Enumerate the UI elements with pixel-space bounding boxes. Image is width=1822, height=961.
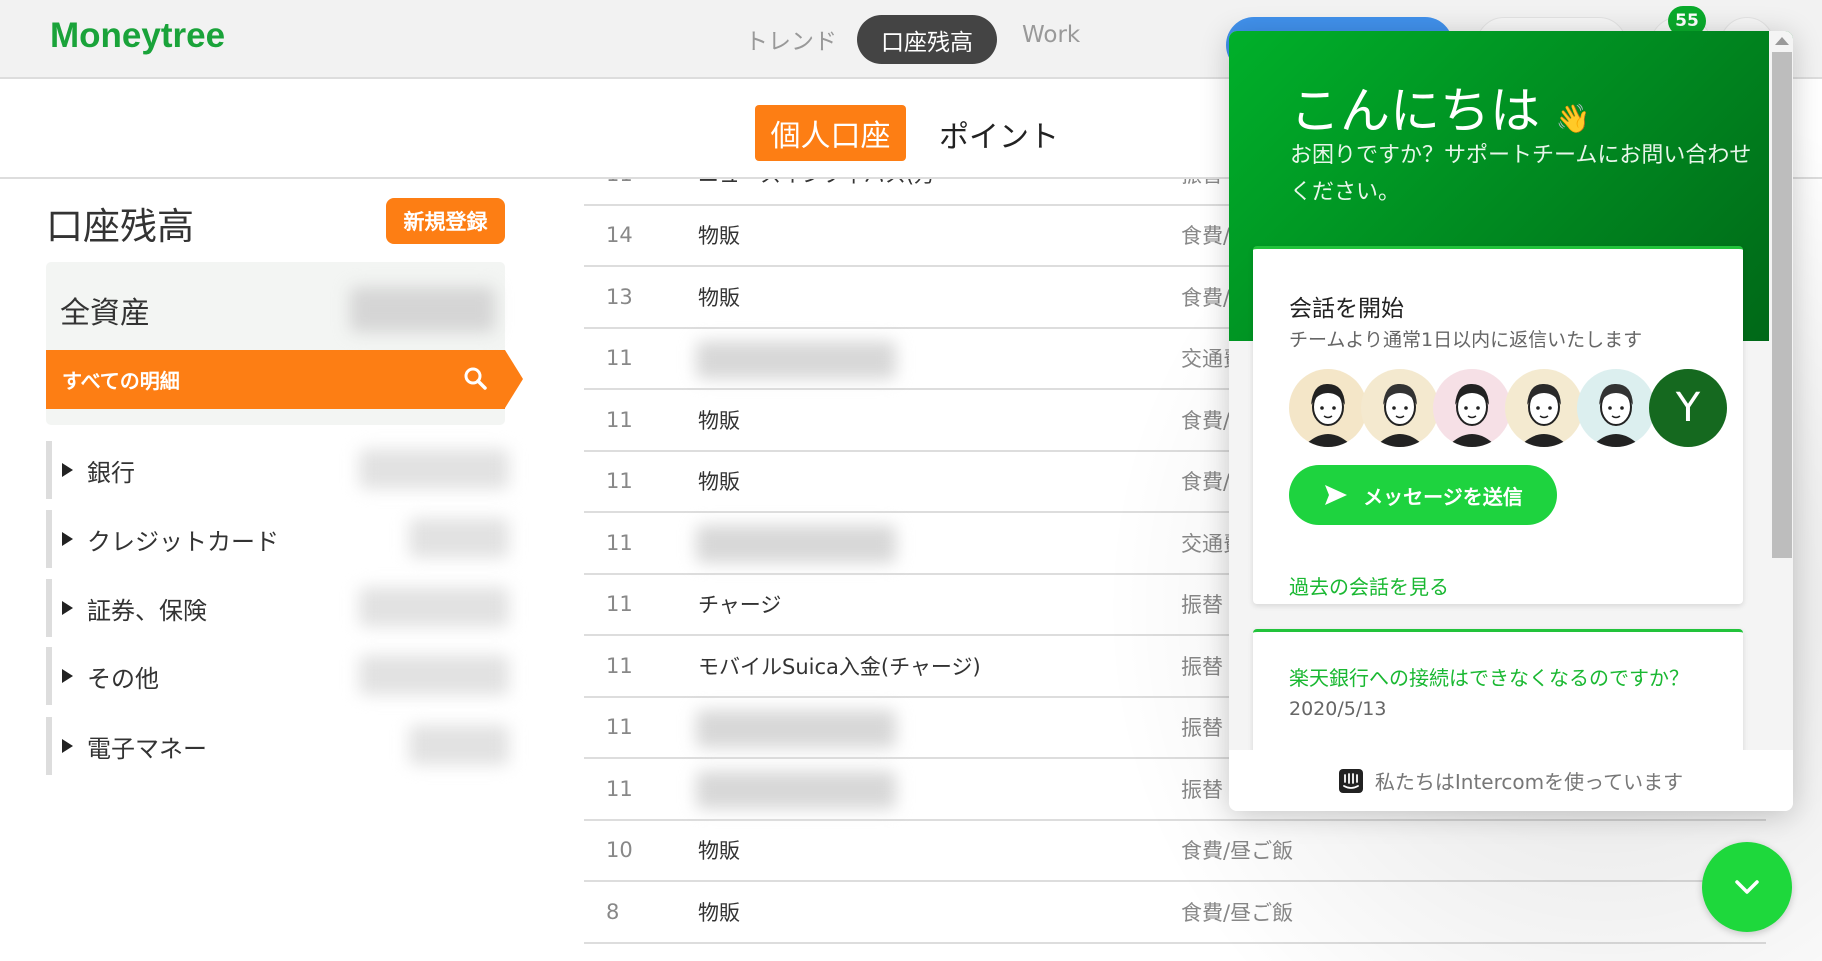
- intercom-footer: 私たちはIntercomを使っています: [1229, 750, 1793, 811]
- help-article-card[interactable]: 楽天銀行への接続はできなくなるのですか？ 2020/5/13: [1253, 629, 1743, 759]
- tab-points[interactable]: ポイント: [939, 112, 1059, 156]
- avatar-face-icon: [1447, 383, 1497, 447]
- blurred-value: [409, 725, 509, 765]
- category-e-money[interactable]: 電子マネー: [46, 717, 509, 775]
- transaction-name: 物販: [698, 839, 740, 864]
- nav-work[interactable]: Work: [1022, 22, 1080, 48]
- transaction-name: 物販: [698, 285, 740, 310]
- past-conversations-link[interactable]: 過去の会話を見る: [1289, 571, 1449, 600]
- all-transactions-button[interactable]: すべての明細: [46, 350, 505, 409]
- transaction-day: 8: [606, 899, 620, 924]
- blurred-value: [359, 449, 509, 489]
- transaction-day: 11: [606, 469, 633, 494]
- transaction-day: 11: [606, 530, 633, 555]
- blurred-value: [359, 655, 509, 695]
- expand-triangle-icon: [62, 669, 73, 683]
- avatar-initial: Y: [1649, 369, 1727, 447]
- reply-time-text: チームより通常1日以内に返信いたします: [1289, 329, 1643, 351]
- avatar-face-icon: [1591, 383, 1641, 447]
- team-member-avatar: [1289, 369, 1367, 447]
- transaction-day: 11: [606, 346, 633, 371]
- transaction-row[interactable]: 10 物販 食費/昼ご飯: [584, 821, 1766, 882]
- transaction-day: 11: [606, 776, 633, 801]
- search-icon[interactable]: [463, 366, 489, 392]
- transaction-day: 10: [606, 838, 633, 863]
- blurred-transaction-name: [696, 340, 896, 379]
- transaction-day: 13: [606, 284, 633, 309]
- transaction-name: モバイルSuica入金(チャージ): [698, 654, 981, 679]
- new-account-button[interactable]: 新規登録: [386, 198, 505, 244]
- blurred-value: [409, 518, 509, 558]
- active-arrow: [505, 350, 523, 408]
- blurred-transaction-name: [696, 771, 896, 809]
- transaction-name: 物販: [698, 224, 740, 249]
- start-conversation-title: 会話を開始: [1289, 296, 1404, 322]
- expand-triangle-icon: [62, 601, 73, 615]
- category-label: 証券、保険: [87, 596, 207, 625]
- nav-trend[interactable]: トレンド: [745, 22, 837, 56]
- chevron-down-icon: [1735, 880, 1759, 894]
- transaction-day: 11: [606, 592, 633, 617]
- transaction-name: チャージ: [698, 593, 782, 618]
- transaction-name: 物販: [698, 900, 740, 925]
- category-bank[interactable]: 銀行: [46, 441, 509, 499]
- category-label: クレジットカード: [87, 527, 279, 556]
- send-message-label: メッセージを送信: [1363, 484, 1523, 509]
- transaction-category: 振替: [1181, 777, 1223, 802]
- avatar-face-icon: [1375, 383, 1425, 447]
- all-assets-value-blurred: [350, 287, 495, 332]
- expand-triangle-icon: [62, 532, 73, 546]
- greeting: こんにちは 👋: [1290, 71, 1591, 143]
- intercom-footer-text: 私たちはIntercomを使っています: [1374, 770, 1684, 794]
- all-assets-label: 全資産: [60, 296, 150, 331]
- expand-triangle-icon: [62, 463, 73, 477]
- nav-balance[interactable]: 口座残高: [857, 15, 997, 64]
- team-member-avatar: [1505, 369, 1583, 447]
- category-other[interactable]: その他: [46, 647, 509, 705]
- transaction-category: 食費/昼ご飯: [1181, 839, 1294, 864]
- category-label: 電子マネー: [87, 734, 207, 763]
- team-member-avatar: [1577, 369, 1655, 447]
- blurred-transaction-name: [696, 525, 896, 563]
- send-icon: [1325, 485, 1348, 505]
- transaction-day: 11: [606, 715, 633, 740]
- transaction-day: 11: [606, 653, 633, 678]
- transaction-day: 14: [606, 223, 633, 248]
- tab-personal-accounts[interactable]: 個人口座: [755, 105, 906, 161]
- avatar-face-icon: [1519, 383, 1569, 447]
- article-date: 2020/5/13: [1289, 698, 1387, 720]
- greeting-text: こんにちは: [1290, 82, 1540, 140]
- intercom-messenger: こんにちは 👋 お困りですか？サポートチームにお問い合わせください。 会話を開始…: [1229, 31, 1793, 811]
- send-message-button[interactable]: メッセージを送信: [1289, 465, 1557, 525]
- transaction-name: 物販: [698, 408, 740, 433]
- transaction-category: 振替: [1181, 593, 1223, 618]
- transaction-category: 振替: [1181, 716, 1223, 741]
- scrollbar-thumb[interactable]: [1772, 52, 1792, 558]
- transaction-name: 物販: [698, 470, 740, 495]
- category-securities[interactable]: 証券、保険: [46, 579, 509, 637]
- avatar-face-icon: [1303, 383, 1353, 447]
- blurred-value: [359, 587, 509, 627]
- team-member-avatar: [1433, 369, 1511, 447]
- category-credit-card[interactable]: クレジットカード: [46, 510, 509, 568]
- team-member-avatar: [1361, 369, 1439, 447]
- article-title[interactable]: 楽天銀行への接続はできなくなるのですか？: [1289, 662, 1689, 691]
- all-transactions-label: すべての明細: [62, 369, 180, 393]
- greeting-subtitle: お困りですか？サポートチームにお問い合わせください。: [1290, 143, 1752, 205]
- blurred-transaction-name: [696, 709, 896, 748]
- transaction-category: 振替: [1181, 654, 1223, 679]
- transaction-category: 食費/昼ご飯: [1181, 900, 1294, 925]
- scroll-up-arrow-icon[interactable]: [1775, 37, 1789, 45]
- transaction-row[interactable]: 8 物販 食費/昼ご飯: [584, 882, 1766, 944]
- start-conversation-card: 会話を開始 チームより通常1日以内に返信いたします Y メッセージを送信 過去の…: [1253, 246, 1743, 604]
- expand-triangle-icon: [62, 739, 73, 753]
- category-label: その他: [87, 664, 159, 693]
- close-messenger-button[interactable]: [1702, 842, 1792, 932]
- intercom-logo-icon: [1338, 768, 1363, 793]
- transaction-day: 11: [606, 407, 633, 432]
- logo[interactable]: Moneytree: [50, 16, 225, 56]
- wave-icon: 👋: [1555, 102, 1591, 135]
- category-label: 銀行: [87, 458, 135, 487]
- page-title: 口座残高: [46, 205, 194, 248]
